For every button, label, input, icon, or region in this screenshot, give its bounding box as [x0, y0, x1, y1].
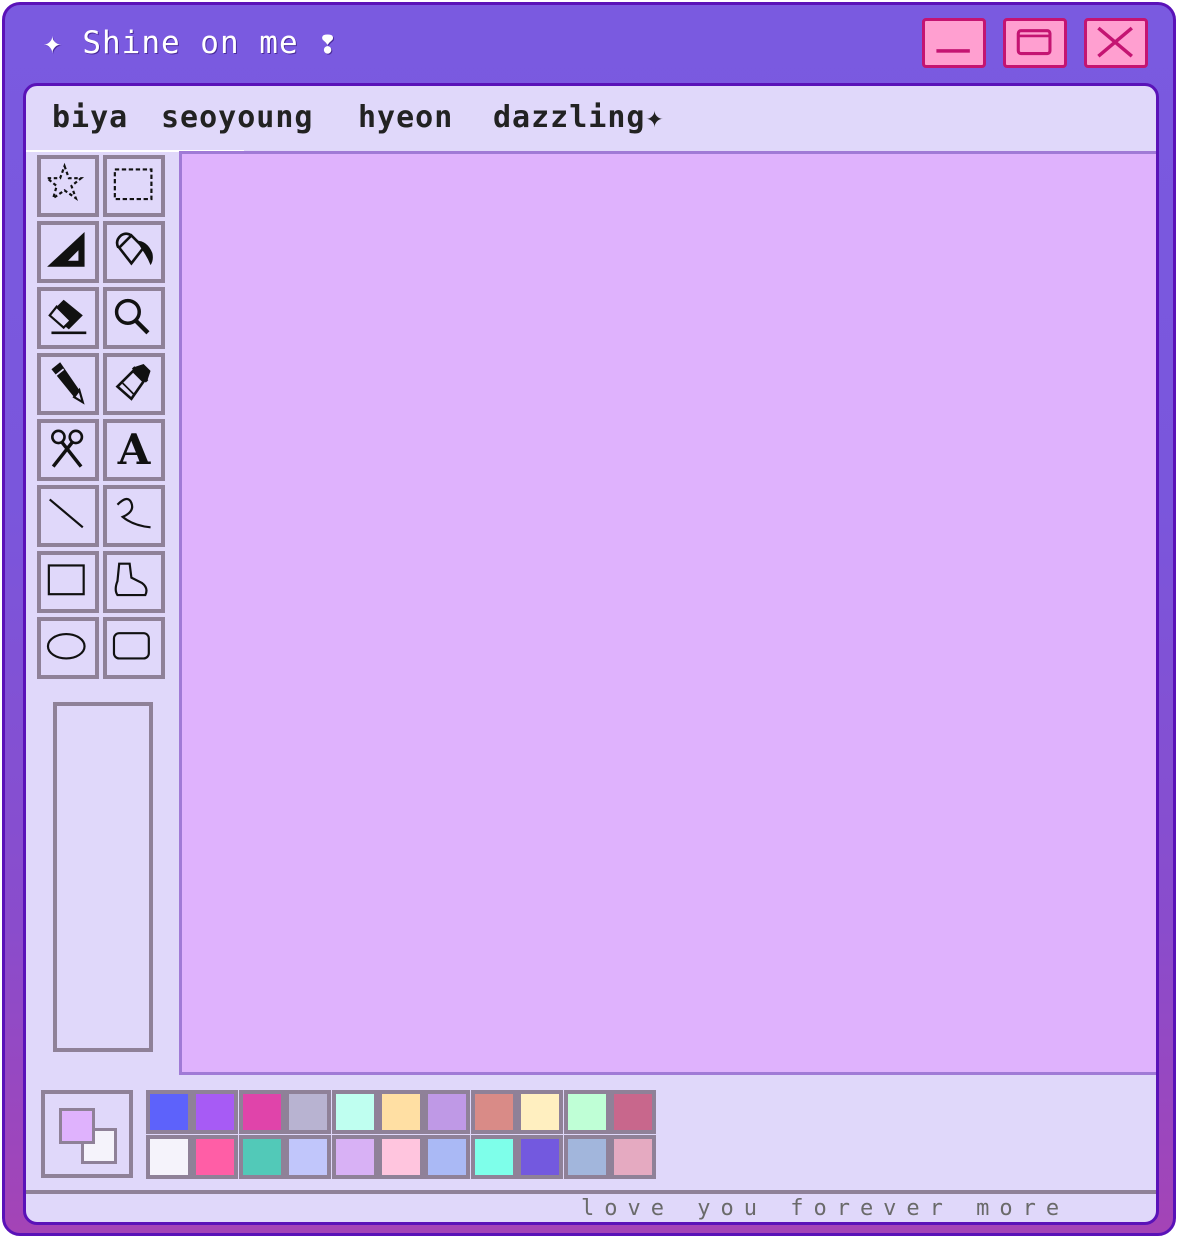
color-palette-bar [26, 1078, 1156, 1190]
tool-options-box[interactable] [53, 702, 153, 1052]
tool-rect-select[interactable] [103, 155, 165, 217]
window-title: ✦ Shine on me ❢ [43, 25, 338, 61]
tool-rectangle[interactable] [37, 551, 99, 613]
line-icon [49, 498, 84, 529]
minimize-icon [936, 49, 970, 53]
curve-icon [116, 497, 151, 529]
scissors-icon [51, 429, 84, 468]
tool-brush[interactable] [103, 353, 165, 415]
color-swatch[interactable] [238, 1135, 285, 1179]
color-swatch[interactable] [331, 1090, 378, 1134]
color-swatch[interactable] [470, 1090, 517, 1134]
color-swatch[interactable] [146, 1090, 192, 1134]
status-bar: love you forever more [26, 1190, 1156, 1222]
status-text: love you forever more [581, 1196, 1070, 1221]
menu-item-dazzling[interactable]: dazzling✦ [493, 100, 665, 135]
title-bar[interactable]: ✦ Shine on me ❢ [5, 5, 1173, 83]
tool-free-select[interactable] [37, 155, 99, 217]
maximize-icon [1016, 29, 1052, 56]
menu-item-biya[interactable]: biya [52, 100, 128, 135]
paint-window: ✦ Shine on me ❢ biya seoyoung hyeon dazz… [2, 2, 1176, 1236]
pencil-icon [51, 362, 85, 405]
drawing-canvas[interactable] [179, 151, 1156, 1075]
minimize-button[interactable] [922, 18, 986, 68]
brush-icon [115, 363, 151, 401]
tool-fill[interactable] [103, 221, 165, 283]
foreground-color[interactable] [59, 1108, 95, 1144]
color-swatch[interactable] [238, 1090, 285, 1134]
eraser-icon [48, 299, 87, 335]
color-swatch[interactable] [192, 1135, 239, 1179]
tool-ruler[interactable] [37, 221, 99, 283]
close-icon [1097, 26, 1133, 58]
tool-eraser[interactable] [37, 287, 99, 349]
menu-bar: biya seoyoung hyeon dazzling✦ [26, 86, 1156, 152]
color-swatch[interactable] [285, 1135, 332, 1179]
menu-item-seoyoung[interactable]: seoyoung [161, 100, 314, 135]
tool-cut[interactable] [37, 419, 99, 481]
color-swatch[interactable] [610, 1090, 656, 1134]
ellipse-icon [46, 632, 86, 660]
free-select-star-icon [44, 162, 85, 202]
tool-line[interactable] [37, 485, 99, 547]
color-swatch[interactable] [470, 1135, 517, 1179]
toolbox: A [37, 155, 169, 683]
maximize-button[interactable] [1003, 18, 1067, 68]
rectangle-icon [47, 564, 85, 596]
color-swatch[interactable] [378, 1090, 424, 1134]
color-swatch[interactable] [285, 1090, 332, 1134]
color-swatch[interactable] [378, 1135, 424, 1179]
text-icon: A [117, 425, 151, 474]
magnifier-icon [114, 298, 150, 335]
fill-bucket-icon [115, 232, 153, 266]
color-swatch[interactable] [424, 1090, 471, 1134]
color-swatch[interactable] [563, 1135, 610, 1179]
color-swatch[interactable] [331, 1135, 378, 1179]
tool-curve[interactable] [103, 485, 165, 547]
tool-text[interactable]: A [103, 419, 165, 481]
tool-ellipse[interactable] [37, 617, 99, 679]
menu-item-hyeon[interactable]: hyeon [358, 100, 453, 135]
window-body: biya seoyoung hyeon dazzling✦ A love you… [23, 83, 1159, 1225]
close-button[interactable] [1084, 18, 1148, 68]
triangle-ruler-icon [47, 231, 85, 267]
color-swatch[interactable] [563, 1090, 610, 1134]
color-swatch[interactable] [424, 1135, 471, 1179]
current-colors-indicator[interactable] [41, 1090, 133, 1178]
color-swatch[interactable] [610, 1135, 656, 1179]
polygon-icon [114, 562, 148, 597]
color-swatch[interactable] [192, 1090, 239, 1134]
color-swatch[interactable] [146, 1135, 192, 1179]
tool-zoom[interactable] [103, 287, 165, 349]
rounded-rect-icon [112, 632, 150, 660]
tool-polygon[interactable] [103, 551, 165, 613]
tool-rounded-rect[interactable] [103, 617, 165, 679]
rect-select-icon [113, 168, 153, 201]
color-swatch[interactable] [517, 1135, 564, 1179]
tool-pencil[interactable] [37, 353, 99, 415]
color-swatch[interactable] [517, 1090, 564, 1134]
